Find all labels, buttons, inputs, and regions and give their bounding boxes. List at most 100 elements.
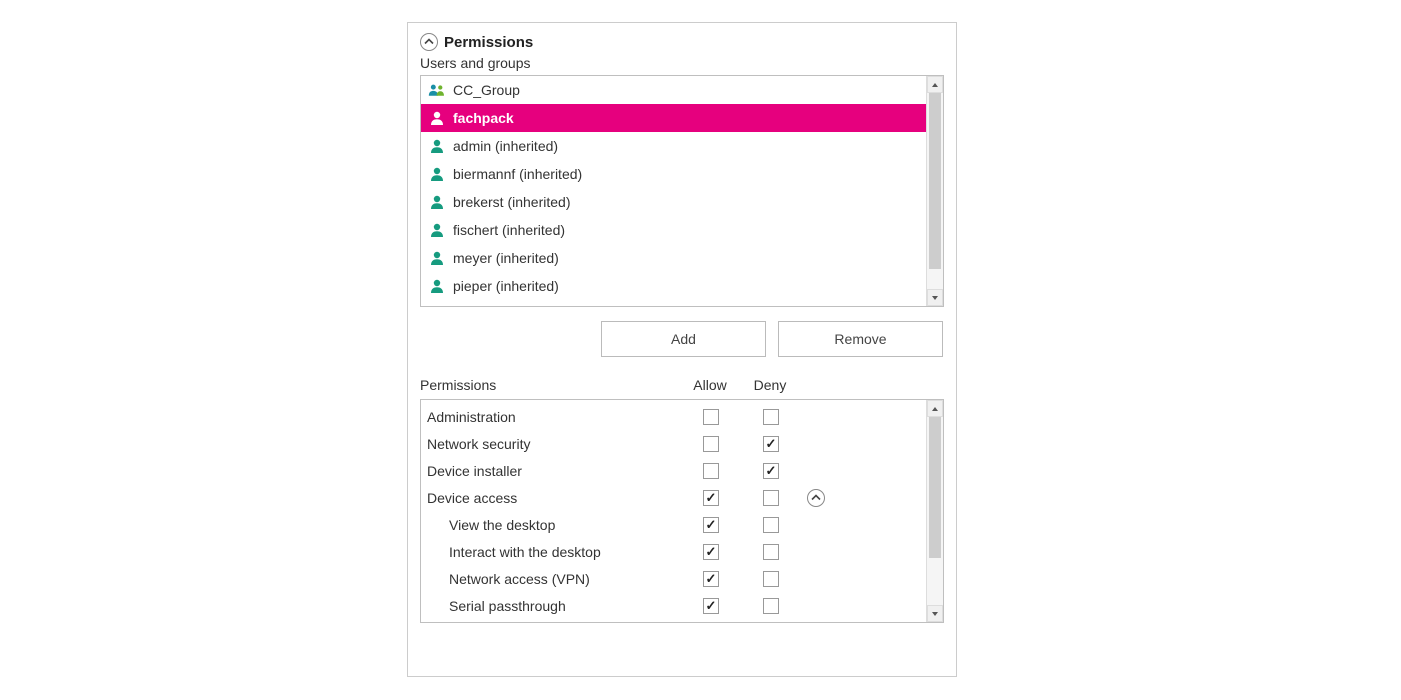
scroll-down-button[interactable] — [927, 605, 943, 622]
allow-checkbox[interactable] — [703, 598, 719, 614]
deny-cell — [741, 463, 801, 479]
allow-cell — [681, 544, 741, 560]
user-icon — [429, 278, 445, 294]
scroll-track[interactable] — [927, 93, 943, 289]
permission-label: Network security — [427, 436, 681, 452]
collapse-section-button[interactable] — [420, 33, 438, 51]
user-list-item-label: biermannf (inherited) — [453, 166, 582, 182]
deny-cell — [741, 409, 801, 425]
scroll-thumb[interactable] — [929, 417, 941, 558]
permissions-table-header: Permissions Allow Deny — [420, 377, 944, 393]
permission-row: Serial passthrough — [421, 592, 926, 619]
perm-col-allow-header: Allow — [680, 377, 740, 393]
permission-label: View the desktop — [427, 517, 681, 533]
deny-checkbox[interactable] — [763, 409, 779, 425]
allow-cell — [681, 436, 741, 452]
allow-checkbox[interactable] — [703, 436, 719, 452]
user-icon-slot — [427, 194, 447, 210]
permissions-panel: Permissions Users and groups CC_Groupfac… — [407, 22, 957, 677]
user-list-item[interactable]: admin (inherited) — [421, 132, 926, 160]
deny-cell — [741, 544, 801, 560]
user-list-item[interactable]: CC_Group — [421, 76, 926, 104]
permission-label: Device installer — [427, 463, 681, 479]
user-icon — [429, 194, 445, 210]
permission-label: Administration — [427, 409, 681, 425]
scroll-thumb[interactable] — [929, 93, 941, 269]
group-icon-slot — [427, 83, 447, 97]
user-list-item-label: pieper (inherited) — [453, 278, 559, 294]
button-row: Add Remove — [420, 321, 944, 357]
permissions-scrollbar[interactable] — [926, 400, 943, 622]
user-icon — [429, 250, 445, 266]
permission-row: Network access (VPN) — [421, 565, 926, 592]
scroll-down-button[interactable] — [927, 289, 943, 306]
collapse-permission-button[interactable] — [807, 489, 825, 507]
scroll-track[interactable] — [927, 417, 943, 605]
deny-cell — [741, 517, 801, 533]
user-icon-slot — [427, 278, 447, 294]
group-icon — [428, 83, 446, 97]
user-icon — [429, 138, 445, 154]
chevron-up-icon — [424, 37, 434, 47]
allow-cell — [681, 463, 741, 479]
deny-checkbox[interactable] — [763, 490, 779, 506]
user-icon — [429, 166, 445, 182]
user-list-item[interactable]: biermannf (inherited) — [421, 160, 926, 188]
scroll-up-button[interactable] — [927, 76, 943, 93]
allow-checkbox[interactable] — [703, 409, 719, 425]
allow-checkbox[interactable] — [703, 571, 719, 587]
deny-checkbox[interactable] — [763, 517, 779, 533]
allow-checkbox[interactable] — [703, 490, 719, 506]
users-listbox[interactable]: CC_Group fachpack admin (inherited) bierman… — [420, 75, 944, 307]
perm-col-deny-header: Deny — [740, 377, 800, 393]
triangle-down-icon — [931, 610, 939, 618]
triangle-down-icon — [931, 294, 939, 302]
deny-checkbox[interactable] — [763, 598, 779, 614]
deny-cell — [741, 598, 801, 614]
allow-cell — [681, 409, 741, 425]
deny-cell — [741, 490, 801, 506]
permission-row: View the desktop — [421, 511, 926, 538]
add-button[interactable]: Add — [601, 321, 766, 357]
user-icon — [429, 110, 445, 126]
allow-checkbox[interactable] — [703, 517, 719, 533]
allow-checkbox[interactable] — [703, 544, 719, 560]
user-list-item[interactable]: meyer (inherited) — [421, 244, 926, 272]
user-icon — [429, 222, 445, 238]
triangle-up-icon — [931, 81, 939, 89]
permission-row: Device installer — [421, 457, 926, 484]
user-list-item[interactable]: Schneider (inherited) — [421, 300, 926, 306]
user-list-item[interactable]: brekerst (inherited) — [421, 188, 926, 216]
allow-cell — [681, 598, 741, 614]
deny-checkbox[interactable] — [763, 463, 779, 479]
scroll-up-button[interactable] — [927, 400, 943, 417]
chevron-up-icon — [811, 493, 821, 503]
permission-label: Serial passthrough — [427, 598, 681, 614]
users-groups-label: Users and groups — [420, 55, 944, 71]
user-list-item[interactable]: pieper (inherited) — [421, 272, 926, 300]
deny-checkbox[interactable] — [763, 436, 779, 452]
user-list-item-label: fischert (inherited) — [453, 222, 565, 238]
allow-cell — [681, 517, 741, 533]
permission-row: Interact with the desktop — [421, 538, 926, 565]
user-icon-slot — [427, 222, 447, 238]
section-title: Permissions — [444, 34, 533, 51]
deny-checkbox[interactable] — [763, 544, 779, 560]
user-list-item-label: fachpack — [453, 110, 514, 126]
user-list-item-label: meyer (inherited) — [453, 250, 559, 266]
users-scrollbar[interactable] — [926, 76, 943, 306]
triangle-up-icon — [931, 405, 939, 413]
deny-checkbox[interactable] — [763, 571, 779, 587]
user-icon-slot — [427, 250, 447, 266]
remove-button[interactable]: Remove — [778, 321, 943, 357]
user-list-item[interactable]: fischert (inherited) — [421, 216, 926, 244]
permission-label: Device access — [427, 490, 681, 506]
permission-row: Network security — [421, 430, 926, 457]
allow-checkbox[interactable] — [703, 463, 719, 479]
user-list-item-label: brekerst (inherited) — [453, 194, 571, 210]
user-list-item[interactable]: fachpack — [421, 104, 926, 132]
permissions-listbox[interactable]: Administration Network security Device ins… — [420, 399, 944, 623]
permission-row: Administration — [421, 403, 926, 430]
section-header: Permissions — [420, 33, 944, 51]
permission-label: Network access (VPN) — [427, 571, 681, 587]
